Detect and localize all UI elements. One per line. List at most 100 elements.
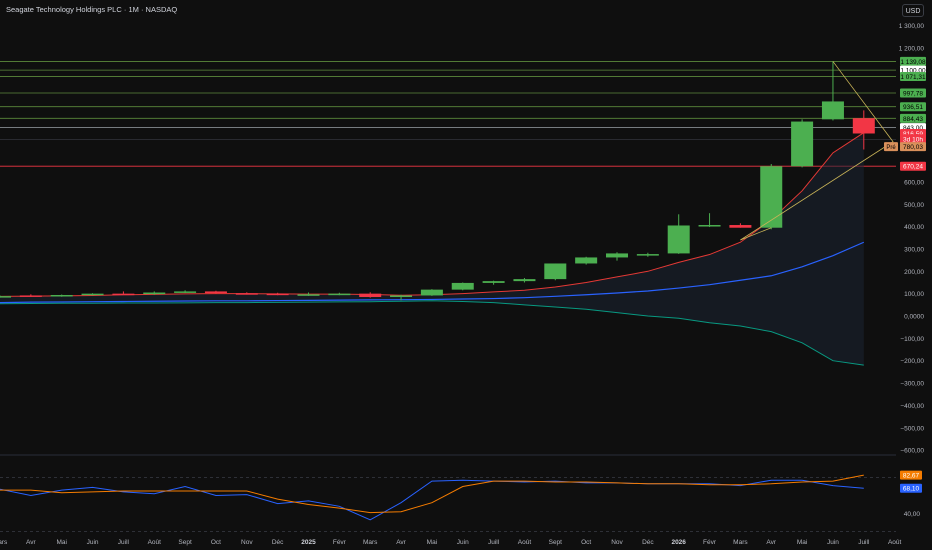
price-labels: 1 139,081 100,001 071,31997,78936,51884,… (884, 56, 926, 171)
candle (575, 256, 598, 265)
candle (19, 294, 42, 297)
x-tick-label: Mars (0, 539, 8, 546)
band-fill (0, 132, 864, 366)
x-tick-label: Mai (56, 539, 66, 546)
x-tick-label: Sept (178, 539, 192, 546)
x-tick-label: Juin (827, 539, 839, 546)
price-label-text: 884,43 (903, 116, 923, 123)
x-tick-label: Août (888, 539, 902, 546)
oscillator-pane: 40,00 82,67 68,10 (0, 470, 922, 532)
candle-body (636, 254, 659, 256)
y-tick-label: 1 300,00 (899, 23, 925, 30)
candle-body (50, 294, 73, 297)
price-label-text: 936,51 (903, 104, 923, 111)
y-tick-label: −400,00 (900, 403, 924, 410)
y-tick-label: 100,00 (904, 291, 924, 298)
y-tick-label: −100,00 (900, 336, 924, 343)
x-tick-label: Déc (272, 539, 284, 546)
x-tick-label: Oct (211, 539, 221, 546)
osc-value-label: 68,10 (900, 483, 922, 493)
y-tick-label: 400,00 (904, 224, 924, 231)
candle (50, 294, 73, 297)
candle-body (513, 279, 536, 282)
x-tick-label: Juill (488, 539, 500, 546)
price-axis: 1 300,00 1 200,00 600,00 500,00 400,00 300,00… (899, 23, 925, 455)
candle-body (606, 253, 628, 258)
candle-body (451, 282, 474, 290)
x-tick-label: Févr (333, 539, 347, 546)
candle-body (390, 295, 413, 298)
y-tick-label: 600,00 (904, 179, 924, 186)
price-label-text: 1 071,31 (900, 74, 926, 81)
x-tick-label: Août (518, 539, 532, 546)
x-tick-label: Mars (733, 539, 748, 546)
price-label: 780,03 (900, 142, 926, 152)
x-tick-label: Févr (703, 539, 717, 546)
candle-body (19, 295, 42, 297)
osc-value-label: 82,67 (900, 470, 922, 480)
candle-body (729, 225, 752, 228)
price-chart[interactable]: 1 300,00 1 200,00 600,00 500,00 400,00 300,00… (0, 0, 932, 550)
candle (235, 292, 258, 295)
osc-blue-line (0, 479, 864, 521)
y-tick-label: 0,0000 (904, 314, 924, 321)
envelope-band (0, 132, 864, 366)
candle-body (204, 291, 227, 294)
osc-value-label-text: 68,10 (903, 486, 920, 493)
x-tick-label: Avr (766, 539, 776, 546)
pre-market-badge: Pré (884, 142, 898, 152)
chart-title: Seagate Technology Holdings PLC · 1M · N… (6, 5, 178, 14)
candle-body (266, 293, 289, 296)
candle-body (760, 166, 783, 228)
y-tick-label: −200,00 (900, 358, 924, 365)
candle-body (575, 257, 598, 264)
y-tick-label: −500,00 (900, 425, 924, 432)
x-tick-label: 2025 (301, 539, 316, 546)
y-tick-label: −600,00 (900, 448, 924, 455)
candle (81, 293, 104, 296)
y-tick-label: 300,00 (904, 246, 924, 253)
x-tick-label: Mars (363, 539, 378, 546)
y-tick-label: −300,00 (900, 381, 924, 388)
price-label-text: 780,03 (903, 144, 923, 151)
candle (636, 252, 659, 257)
candle-body (791, 121, 814, 167)
candle (204, 290, 227, 294)
candle-body (544, 263, 567, 280)
price-label: 670,24 (900, 161, 926, 171)
candle (420, 289, 443, 296)
price-label: 1 071,31 (900, 72, 926, 82)
x-tick-label: Mai (797, 539, 807, 546)
currency-button[interactable]: USD (902, 4, 924, 17)
candle (451, 282, 474, 291)
candle-body (359, 293, 382, 298)
y-tick-label: 200,00 (904, 269, 924, 276)
x-tick-label: Juin (87, 539, 99, 546)
x-tick-label: Avr (26, 539, 36, 546)
price-label: 936,51 (900, 102, 926, 112)
price-label: 1 139,08 (900, 56, 926, 66)
candle-body (174, 291, 197, 293)
candle (698, 213, 721, 228)
pre-badge-text: Pré (886, 145, 896, 151)
candle-body (143, 292, 166, 295)
x-tick-label: Août (148, 539, 162, 546)
x-tick-label: Juin (457, 539, 469, 546)
price-label: 997,78 (900, 88, 926, 98)
osc-value-label-text: 82,67 (903, 473, 920, 480)
x-tick-label: Sept (549, 539, 563, 546)
candle (667, 214, 690, 254)
price-label: 3d 10h (900, 134, 926, 144)
x-tick-label: Juill (118, 539, 130, 546)
x-tick-label: Mai (427, 539, 437, 546)
candle-body (0, 296, 11, 298)
candle (112, 291, 135, 296)
candle (174, 290, 197, 293)
candle-body (482, 281, 505, 283)
x-tick-label: Oct (581, 539, 591, 546)
horizontal-levels (0, 61, 896, 167)
candle (791, 119, 814, 168)
candle-body (821, 101, 844, 120)
price-label-text: 997,78 (903, 90, 923, 97)
candle-body (235, 293, 258, 295)
